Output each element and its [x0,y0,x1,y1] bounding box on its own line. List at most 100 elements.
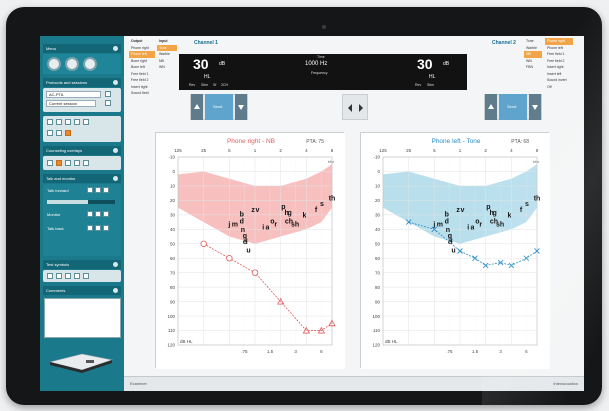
talkback-plus-icon[interactable] [103,225,109,231]
speech-sound-label: m [232,221,238,228]
talk-level-icon[interactable] [95,187,101,193]
headphones-icon[interactable] [47,57,61,71]
ch1-send-button[interactable]: Send [205,94,233,120]
tool-icon-3[interactable] [65,119,71,125]
db-tick-label: 80 [170,285,176,290]
talk-collapse-icon[interactable] [113,176,118,181]
ch2-level-up-button[interactable] [485,94,497,120]
speech-sound-label: th [534,195,541,202]
ch1-send-label: Send [213,104,223,109]
overlay-icon-2[interactable] [56,160,62,166]
talk-header: Talk and monitor [43,174,121,183]
test-symbols-title: Test symbols [46,262,70,267]
ch1-flag-1: Stim [201,83,208,87]
tool-icon-active[interactable] [65,130,71,136]
ch2-output-7[interactable]: Off [545,84,573,91]
talk-plus-icon[interactable] [103,187,109,193]
tool-icon-5[interactable] [83,119,89,125]
protocols-collapse-icon[interactable] [113,80,118,85]
symbol-icon-3[interactable] [65,273,71,279]
symbol-icon-4[interactable] [74,273,80,279]
comments-textarea[interactable] [44,298,121,338]
talkback-level-icon[interactable] [95,225,101,231]
db-tick-label: 50 [375,241,381,246]
counseling-header: Counseling overlays [43,146,121,155]
menu-collapse-icon[interactable] [113,46,118,51]
db-tick-label: 120 [372,343,380,348]
overlay-icon-5[interactable] [83,160,89,166]
session-icon[interactable] [105,100,111,106]
tool-icon-6[interactable] [47,130,53,136]
ch1-flag-0: Rev [189,83,196,87]
current-session-select[interactable]: Current session [46,100,96,107]
talk-minus-icon[interactable] [87,187,93,193]
speech-sound-label: r [479,221,482,228]
frequency-down-button[interactable] [345,101,355,113]
db-tick-label: 30 [170,213,176,218]
talk-slider[interactable] [47,200,115,204]
threshold-marker-circle [200,240,207,247]
ch2-input-menu: Tone Warble NB WN FBN [524,38,542,71]
audiogram-right-ear[interactable]: Phone right - NB PTA: 75 -10 0 10 20 30 40 50 60 7… [155,132,345,369]
speaker-icon[interactable] [65,57,79,71]
protocol-select[interactable]: AC-PTA [46,91,101,98]
ch1-level-up-button[interactable] [191,94,203,120]
freq-bottom-label: .75 [241,349,248,354]
tool-icon-2[interactable] [56,119,62,125]
status-left: Examiner [130,381,147,386]
screen: Menu Protocols and sessions AC-PTA Curre… [40,36,584,391]
monitor-plus-icon[interactable] [103,211,109,217]
symbol-icon-1[interactable] [47,273,53,279]
threshold-marker-circle [251,269,259,276]
db-hl-label: dB HL [385,339,398,344]
freq-bottom-label: 1.5 [472,349,479,354]
channel1-label: Channel 1 [194,40,218,46]
speech-sound-label: u [246,247,250,254]
audiogram-left-ear[interactable]: Phone left - Tone PTA: 68 -10 0 10 20 30 40 50 60… [360,132,550,369]
counseling-collapse-icon[interactable] [113,148,118,153]
symbol-icon-5[interactable] [83,273,89,279]
tool-icon-4[interactable] [74,119,80,125]
comments-title: Comments [46,288,66,293]
ch2-send-button[interactable]: Send [499,94,527,120]
speech-sound-label: g [493,210,497,217]
ch2-level-down-button[interactable] [529,94,541,120]
ch1-input-3[interactable]: WN [157,64,177,71]
test-symbols-collapse-icon[interactable] [113,262,118,267]
talkback-minus-icon[interactable] [87,225,93,231]
ch1-controls: Send [190,94,248,120]
ch2-level-scale: HL [429,74,436,80]
speech-sound-label: th [329,195,336,202]
frequency-up-button[interactable] [356,101,366,113]
chart-title: Phone left - Tone [431,138,480,145]
pta-label: PTA: 75 [306,139,324,145]
speech-sound-label: s [320,201,324,208]
talk-back-label: Talk back [47,226,64,231]
symbol-icon-2[interactable] [56,273,62,279]
monitor-level-icon[interactable] [95,211,101,217]
speech-icon[interactable] [83,57,97,71]
ch1-level-down-button[interactable] [235,94,247,120]
speech-sound-label: d [240,219,244,226]
chart-title: Phone right - NB [227,138,275,145]
db-tick-label: 90 [375,299,381,304]
overlay-icon-1[interactable] [47,160,53,166]
speech-sound-label: i [467,224,469,231]
comments-collapse-icon[interactable] [113,288,118,293]
monitor-minus-icon[interactable] [87,211,93,217]
threshold-marker-circle [226,255,233,262]
ch2-flag-0: Rev [415,83,422,87]
protocol-settings-icon[interactable] [105,91,111,97]
db-tick-label: 100 [372,314,380,319]
tool-icon-1[interactable] [47,119,53,125]
ch2-input-4[interactable]: FBN [524,64,542,71]
db-tick-label: 120 [167,343,175,348]
overlay-icon-4[interactable] [74,160,80,166]
speech-sound-label: d [445,219,449,226]
ch1-output-7[interactable]: Sound field [129,90,155,97]
monitor-label: Monitor [47,212,61,217]
overlay-icon-3[interactable] [65,160,71,166]
tool-icon-7[interactable] [56,130,62,136]
time-label: Time [317,55,325,59]
speech-sound-label: v [461,207,465,214]
